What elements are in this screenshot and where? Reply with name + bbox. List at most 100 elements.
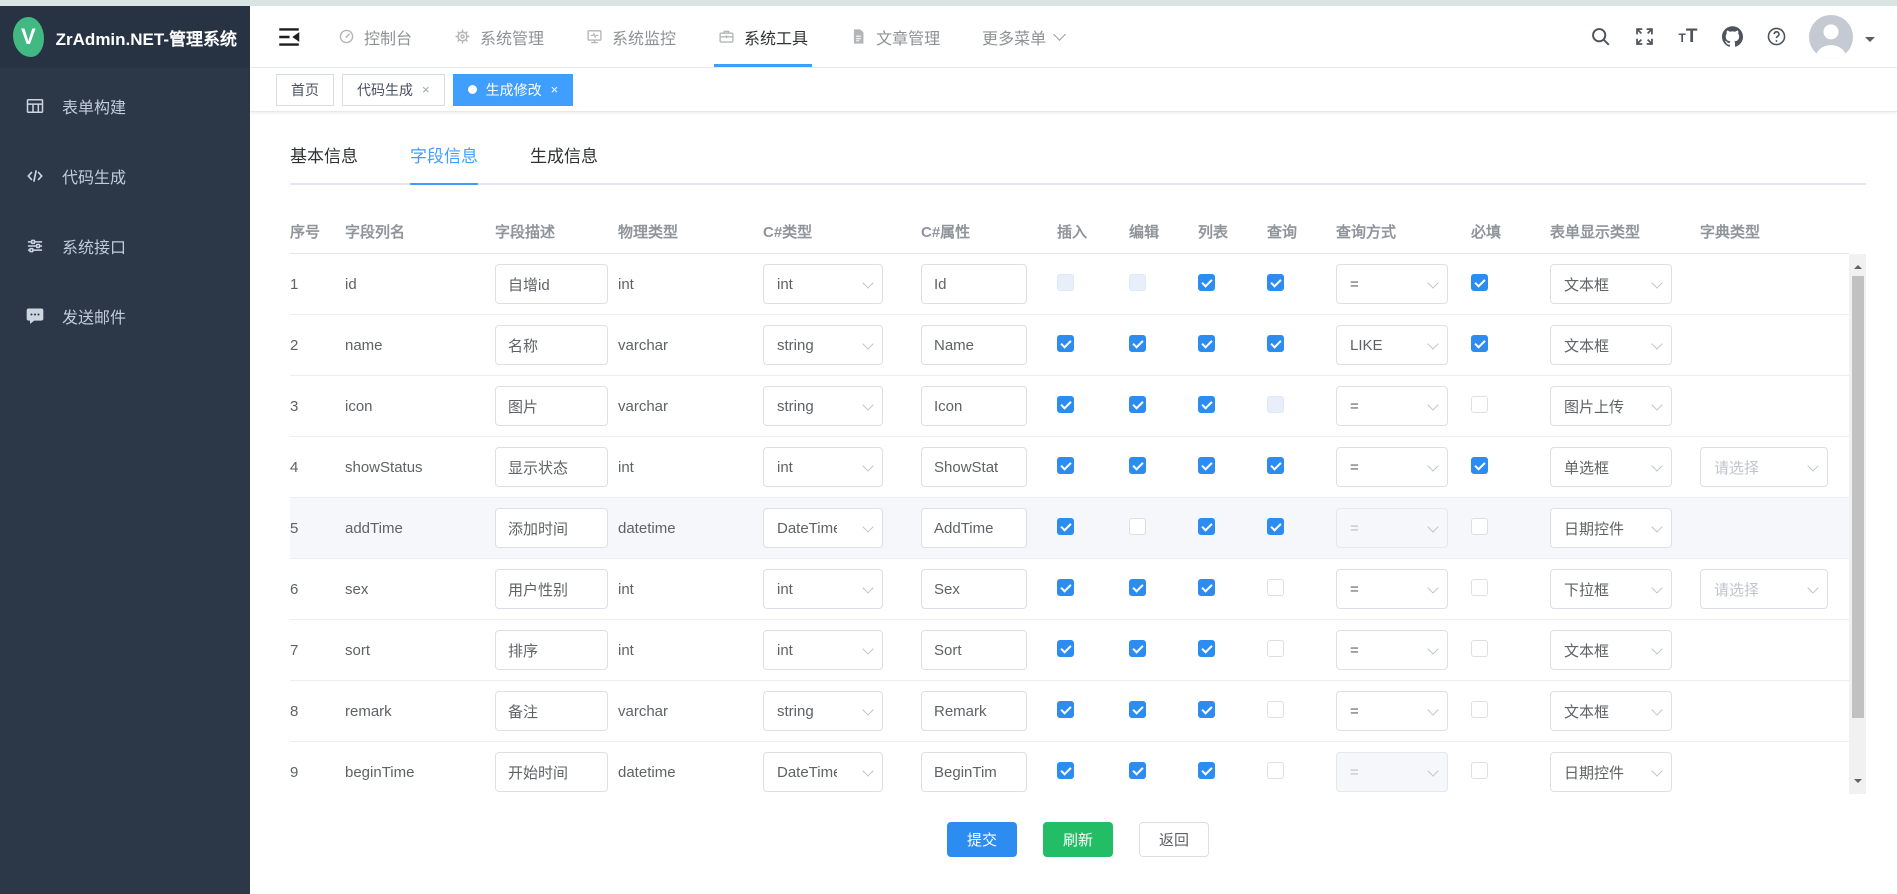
cs-type-select[interactable]: string — [763, 386, 883, 426]
insert-checkbox[interactable] — [1057, 457, 1074, 474]
tab-生成信息[interactable]: 生成信息 — [530, 142, 598, 183]
insert-checkbox[interactable] — [1057, 396, 1074, 413]
sidebar-collapse-icon[interactable] — [276, 24, 302, 50]
tag-生成修改[interactable]: 生成修改× — [453, 74, 574, 106]
sidebar-item-api-sliders[interactable]: 系统接口 — [0, 218, 250, 274]
search-icon[interactable] — [1581, 18, 1619, 56]
query-checkbox[interactable] — [1267, 762, 1284, 779]
query-type-select[interactable]: = — [1336, 447, 1448, 487]
cs-property-input[interactable] — [921, 630, 1027, 670]
description-input[interactable] — [495, 386, 608, 426]
required-checkbox[interactable] — [1471, 274, 1488, 291]
fullscreen-icon[interactable] — [1625, 18, 1663, 56]
query-type-select[interactable]: = — [1336, 569, 1448, 609]
required-checkbox[interactable] — [1471, 579, 1488, 596]
edit-checkbox[interactable] — [1129, 457, 1146, 474]
query-type-select[interactable]: = — [1336, 630, 1448, 670]
cs-property-input[interactable] — [921, 691, 1027, 731]
edit-checkbox[interactable] — [1129, 762, 1146, 779]
cs-property-input[interactable] — [921, 752, 1027, 792]
tab-基本信息[interactable]: 基本信息 — [290, 142, 358, 183]
font-size-icon[interactable]: TT — [1669, 18, 1707, 56]
cs-property-input[interactable] — [921, 325, 1027, 365]
display-type-select[interactable]: 图片上传 — [1550, 386, 1672, 426]
list-checkbox[interactable] — [1198, 640, 1215, 657]
insert-checkbox[interactable] — [1057, 579, 1074, 596]
required-checkbox[interactable] — [1471, 762, 1488, 779]
query-checkbox[interactable] — [1267, 701, 1284, 718]
description-input[interactable] — [495, 569, 608, 609]
list-checkbox[interactable] — [1198, 579, 1215, 596]
nav-item-系统工具[interactable]: 系统工具 — [718, 6, 808, 67]
query-checkbox[interactable] — [1267, 335, 1284, 352]
list-checkbox[interactable] — [1198, 701, 1215, 718]
nav-item-系统管理[interactable]: 系统管理 — [454, 6, 544, 67]
nav-item-控制台[interactable]: 控制台 — [338, 6, 412, 67]
query-type-select[interactable]: = — [1336, 691, 1448, 731]
cs-type-select[interactable]: int — [763, 569, 883, 609]
cs-property-input[interactable] — [921, 447, 1027, 487]
query-checkbox[interactable] — [1267, 640, 1284, 657]
list-checkbox[interactable] — [1198, 518, 1215, 535]
insert-checkbox[interactable] — [1057, 518, 1074, 535]
sidebar-item-form-build[interactable]: 表单构建 — [0, 78, 250, 134]
cs-type-select[interactable]: int — [763, 630, 883, 670]
cs-type-select[interactable]: int — [763, 264, 883, 304]
required-checkbox[interactable] — [1471, 701, 1488, 718]
cs-property-input[interactable] — [921, 508, 1027, 548]
required-checkbox[interactable] — [1471, 457, 1488, 474]
nav-item-文章管理[interactable]: 文章管理 — [850, 6, 940, 67]
list-checkbox[interactable] — [1198, 457, 1215, 474]
help-icon[interactable] — [1757, 18, 1795, 56]
required-checkbox[interactable] — [1471, 335, 1488, 352]
cs-property-input[interactable] — [921, 264, 1027, 304]
dict-type-select[interactable]: 请选择 — [1700, 569, 1828, 609]
tag-首页[interactable]: 首页 — [276, 74, 334, 106]
success-button[interactable]: 刷新 — [1043, 822, 1113, 857]
query-type-select[interactable]: = — [1336, 386, 1448, 426]
required-checkbox[interactable] — [1471, 396, 1488, 413]
required-checkbox[interactable] — [1471, 518, 1488, 535]
nav-item-更多菜单[interactable]: 更多菜单 — [982, 6, 1064, 67]
edit-checkbox[interactable] — [1129, 396, 1146, 413]
query-type-select[interactable]: LIKE — [1336, 325, 1448, 365]
nav-item-系统监控[interactable]: 系统监控 — [586, 6, 676, 67]
query-checkbox[interactable] — [1267, 457, 1284, 474]
edit-checkbox[interactable] — [1129, 579, 1146, 596]
sidebar-item-send-mail[interactable]: 发送邮件 — [0, 288, 250, 344]
display-type-select[interactable]: 文本框 — [1550, 325, 1672, 365]
tag-代码生成[interactable]: 代码生成× — [342, 74, 445, 106]
cs-type-select[interactable]: DateTime — [763, 508, 883, 548]
edit-checkbox[interactable] — [1129, 335, 1146, 352]
display-type-select[interactable]: 日期控件 — [1550, 508, 1672, 548]
description-input[interactable] — [495, 508, 608, 548]
list-checkbox[interactable] — [1198, 274, 1215, 291]
default-button[interactable]: 返回 — [1139, 822, 1209, 857]
description-input[interactable] — [495, 325, 608, 365]
tab-字段信息[interactable]: 字段信息 — [410, 142, 478, 183]
list-checkbox[interactable] — [1198, 396, 1215, 413]
sidebar-item-code[interactable]: 代码生成 — [0, 148, 250, 204]
avatar[interactable] — [1809, 15, 1853, 59]
cs-type-select[interactable]: string — [763, 325, 883, 365]
query-checkbox[interactable] — [1267, 274, 1284, 291]
query-checkbox[interactable] — [1267, 518, 1284, 535]
caret-down-icon[interactable] — [1865, 37, 1875, 47]
cs-property-input[interactable] — [921, 386, 1027, 426]
display-type-select[interactable]: 单选框 — [1550, 447, 1672, 487]
display-type-select[interactable]: 文本框 — [1550, 264, 1672, 304]
description-input[interactable] — [495, 447, 608, 487]
scrollbar-down-arrow-icon[interactable] — [1854, 779, 1862, 787]
scrollbar-thumb[interactable] — [1852, 276, 1864, 718]
insert-checkbox[interactable] — [1057, 335, 1074, 352]
edit-checkbox[interactable] — [1129, 701, 1146, 718]
cs-type-select[interactable]: DateTime — [763, 752, 883, 792]
query-type-select[interactable]: = — [1336, 264, 1448, 304]
github-icon[interactable] — [1713, 18, 1751, 56]
display-type-select[interactable]: 日期控件 — [1550, 752, 1672, 792]
insert-checkbox[interactable] — [1057, 701, 1074, 718]
query-checkbox[interactable] — [1267, 579, 1284, 596]
edit-checkbox[interactable] — [1129, 518, 1146, 535]
list-checkbox[interactable] — [1198, 762, 1215, 779]
insert-checkbox[interactable] — [1057, 640, 1074, 657]
